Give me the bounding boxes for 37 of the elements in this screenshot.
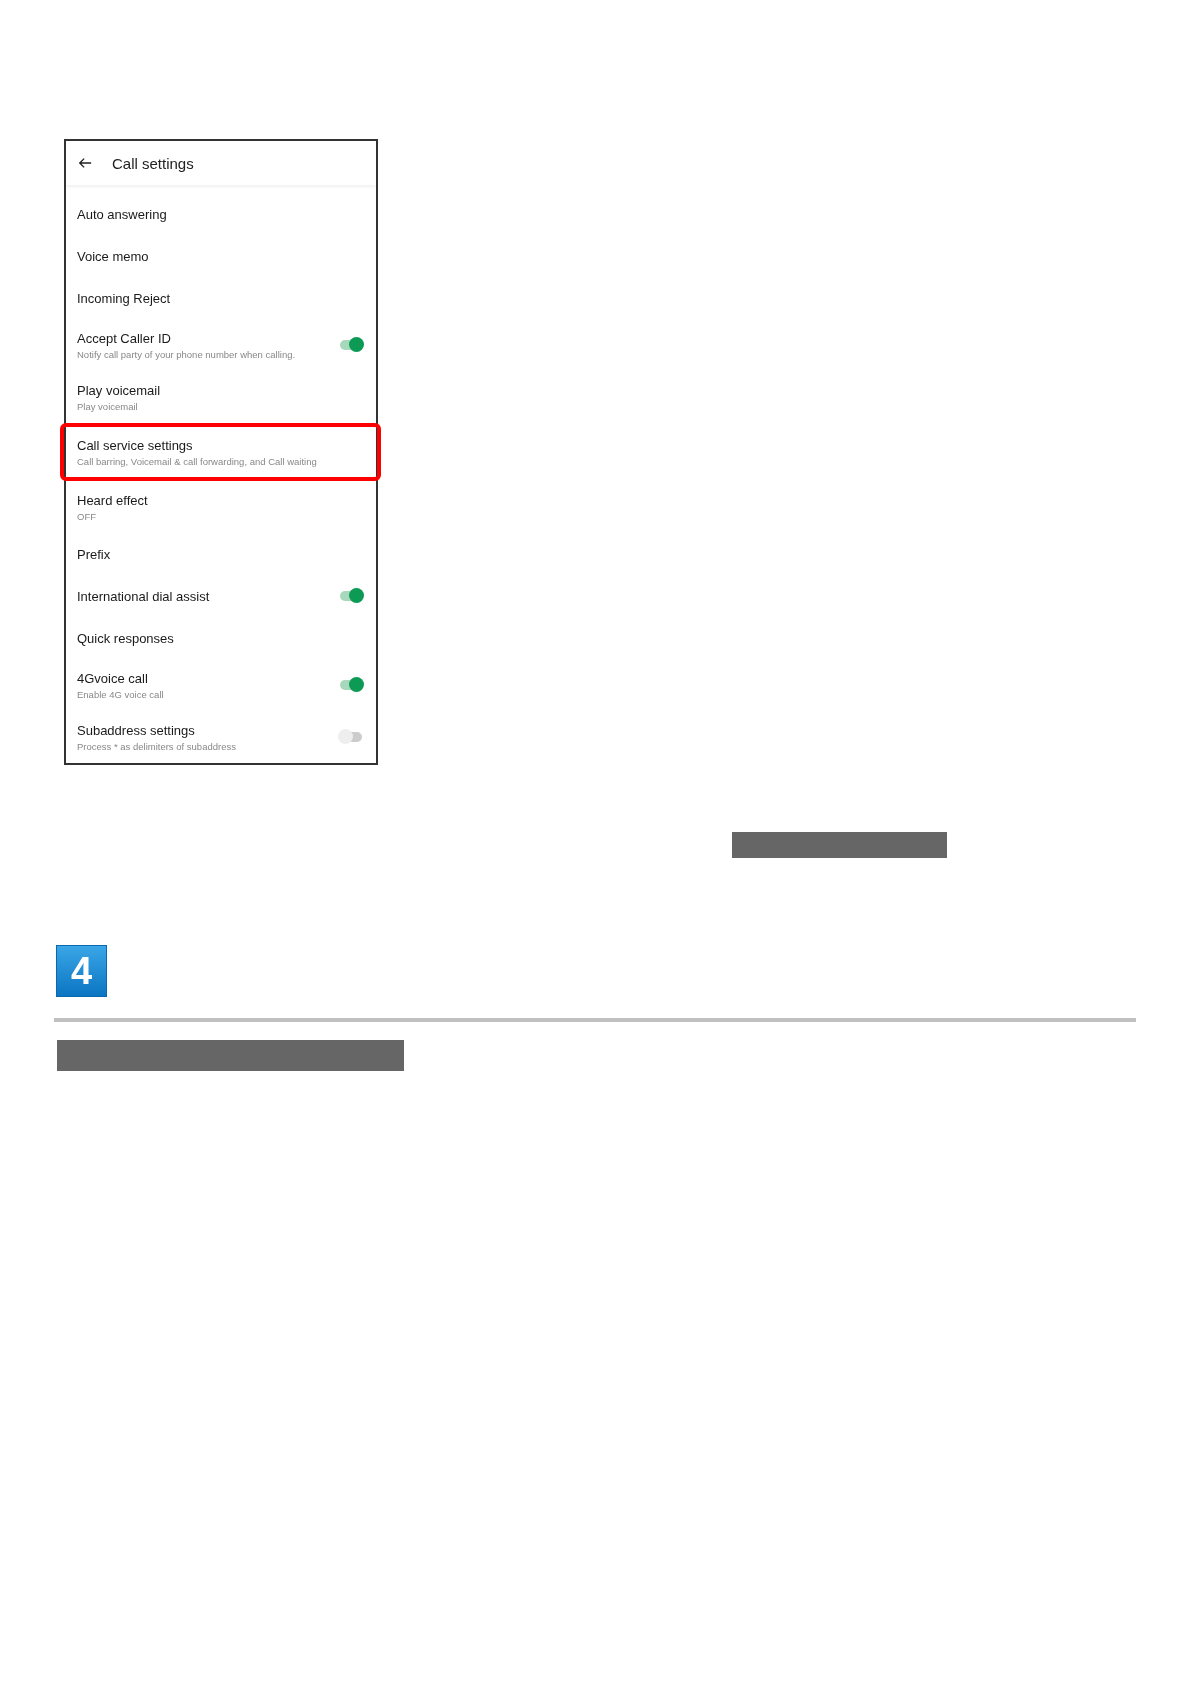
setting-item[interactable]: Prefix <box>66 533 376 575</box>
setting-title: International dial assist <box>77 588 210 604</box>
setting-item[interactable]: International dial assist <box>66 575 376 617</box>
toggle-switch[interactable] <box>340 591 362 601</box>
toggle-switch[interactable] <box>340 680 362 690</box>
setting-title: Incoming Reject <box>77 290 171 306</box>
toggle-switch[interactable] <box>340 340 362 350</box>
toggle-switch[interactable] <box>340 732 362 742</box>
setting-item[interactable]: Accept Caller ID Notify call party of your phone number when calling. <box>66 319 376 371</box>
setting-summary: Enable 4G voice call <box>77 688 164 700</box>
setting-item[interactable]: 4Gvoice call Enable 4G voice call <box>66 659 376 711</box>
setting-title: Play voicemail <box>77 382 161 398</box>
setting-title: 4Gvoice call <box>77 670 149 686</box>
setting-item[interactable]: Quick responses <box>66 617 376 659</box>
back-arrow-icon[interactable] <box>78 156 92 170</box>
setting-item[interactable]: Incoming Reject <box>66 277 376 319</box>
screen-title: Call settings <box>112 154 194 172</box>
setting-title: Subaddress settings <box>77 722 196 738</box>
highlighted-setting-item[interactable]: Call service settings Call barring, Voicemail & call forwarding, and Call waiting <box>60 423 381 481</box>
setting-title: Heard effect <box>77 492 148 508</box>
setting-title: Accept Caller ID <box>77 330 172 346</box>
setting-title: Call service settings <box>77 437 194 453</box>
setting-title: Prefix <box>77 546 111 562</box>
setting-title: Quick responses <box>77 630 174 646</box>
setting-item[interactable]: Heard effect OFF <box>66 481 376 533</box>
setting-title: Auto answering <box>77 206 167 222</box>
setting-item[interactable]: Subaddress settings Process * as delimiters of subaddress <box>66 711 376 763</box>
setting-summary: OFF <box>77 510 97 522</box>
setting-summary: Play voicemail <box>77 400 139 412</box>
setting-summary: Process * as delimiters of subaddress <box>77 740 236 752</box>
setting-item[interactable]: Voice memo <box>66 235 376 277</box>
step-number: 4 <box>56 945 107 997</box>
setting-item[interactable]: Auto answering <box>66 193 376 235</box>
setting-title: Voice memo <box>77 248 149 264</box>
setting-summary: Call barring, Voicemail & call forwarding, and Call waiting <box>77 455 317 467</box>
setting-summary: Notify call party of your phone number when calling. <box>77 348 296 360</box>
setting-item[interactable]: Play voicemail Play voicemail <box>66 371 376 423</box>
